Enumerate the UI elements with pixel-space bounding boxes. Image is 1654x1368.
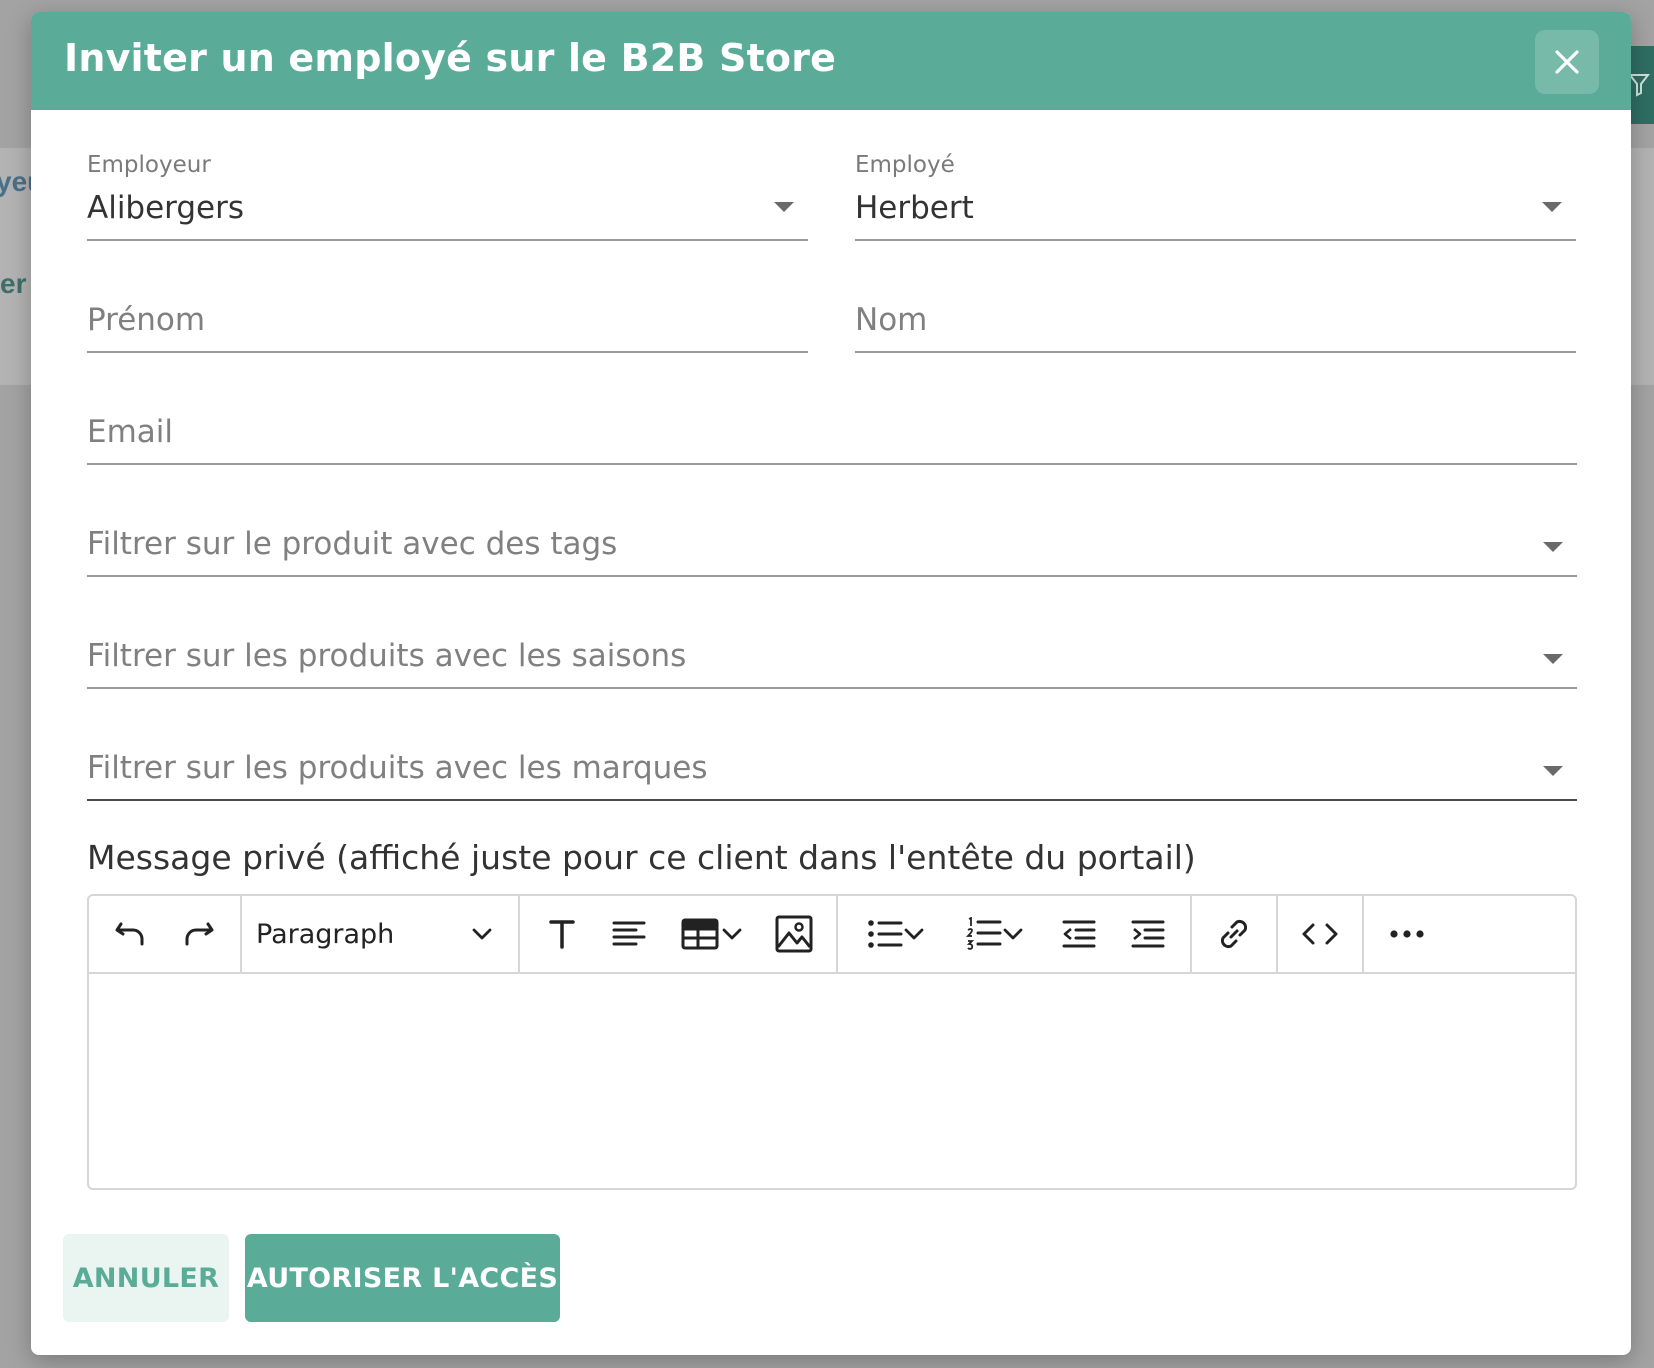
text-format-button[interactable] <box>537 906 587 962</box>
chevron-down-icon <box>1542 202 1562 212</box>
format-group <box>520 896 838 972</box>
field-underline <box>87 351 808 353</box>
indent-icon <box>1131 920 1164 948</box>
chevron-down-icon <box>1543 654 1563 664</box>
block-format-select[interactable]: Paragraph <box>242 906 506 962</box>
employer-value: Alibergers <box>87 190 245 226</box>
last-name-placeholder: Nom <box>855 302 928 338</box>
history-group <box>89 896 242 972</box>
tags-filter-placeholder: Filtrer sur le produit avec des tags <box>87 526 618 562</box>
dialog-title: Inviter un employé sur le B2B Store <box>64 36 837 80</box>
align-button[interactable] <box>604 906 654 962</box>
table-button[interactable] <box>672 906 752 962</box>
link-button[interactable] <box>1206 906 1262 962</box>
seasons-filter-placeholder: Filtrer sur les produits avec les saison… <box>87 638 687 674</box>
align-left-icon <box>612 921 646 946</box>
numbered-list-button[interactable] <box>955 906 1035 962</box>
employer-label: Employeur <box>87 152 211 178</box>
dialog-header: Inviter un employé sur le B2B Store <box>31 12 1631 110</box>
image-icon <box>775 915 813 953</box>
undo-icon <box>115 922 144 946</box>
email-field[interactable]: Email <box>87 404 1577 465</box>
block-format-value: Paragraph <box>256 918 395 950</box>
close-button[interactable] <box>1535 30 1599 94</box>
table-icon <box>681 918 719 950</box>
field-underline <box>87 575 1577 577</box>
employee-value: Herbert <box>855 190 974 226</box>
numbered-list-icon <box>965 917 1001 950</box>
code-group <box>1278 896 1364 972</box>
background-text-fragment: er <box>0 268 27 299</box>
chevron-down-icon <box>722 928 742 940</box>
employee-label: Employé <box>855 152 955 178</box>
field-underline <box>87 239 808 241</box>
field-underline <box>87 463 1577 465</box>
chevron-down-icon <box>1543 542 1563 552</box>
editor-content-area[interactable] <box>89 976 1575 1188</box>
cancel-button[interactable]: ANNULER <box>63 1234 229 1322</box>
chevron-down-icon <box>1543 766 1563 776</box>
text-format-icon <box>549 920 575 949</box>
indent-button[interactable] <box>1123 906 1173 962</box>
block-format-group: Paragraph <box>242 896 520 972</box>
redo-icon <box>185 922 214 946</box>
seasons-filter-select[interactable]: Filtrer sur les produits avec les saison… <box>87 628 1577 689</box>
employee-select[interactable]: Employé Herbert <box>855 152 1576 241</box>
email-placeholder: Email <box>87 414 174 450</box>
code-button[interactable] <box>1292 906 1348 962</box>
close-icon <box>1555 50 1579 74</box>
last-name-field[interactable]: Nom <box>855 292 1576 353</box>
bullet-list-button[interactable] <box>856 906 936 962</box>
link-group <box>1192 896 1278 972</box>
outdent-button[interactable] <box>1054 906 1104 962</box>
chevron-down-icon <box>472 928 492 940</box>
more-icon <box>1390 930 1424 938</box>
more-group <box>1364 896 1450 972</box>
outdent-icon <box>1062 920 1095 948</box>
list-group <box>838 896 1192 972</box>
first-name-placeholder: Prénom <box>87 302 206 338</box>
code-icon <box>1302 923 1338 945</box>
bullet-list-icon <box>867 920 902 948</box>
field-underline <box>87 687 1577 689</box>
editor-toolbar: Paragraph <box>89 896 1575 974</box>
brands-filter-select[interactable]: Filtrer sur les produits avec les marque… <box>87 740 1577 801</box>
undo-button[interactable] <box>103 906 159 962</box>
brands-filter-placeholder: Filtrer sur les produits avec les marque… <box>87 750 708 786</box>
chevron-down-icon <box>904 928 923 940</box>
field-underline <box>87 799 1577 801</box>
rich-text-editor: Paragraph <box>87 894 1577 1190</box>
chevron-down-icon <box>1003 928 1022 940</box>
invite-employee-dialog: Inviter un employé sur le B2B Store Empl… <box>31 12 1631 1355</box>
chevron-down-icon <box>774 202 794 212</box>
tags-filter-select[interactable]: Filtrer sur le produit avec des tags <box>87 516 1577 577</box>
authorize-access-button[interactable]: AUTORISER L'ACCÈS <box>245 1234 560 1322</box>
field-underline <box>855 239 1576 241</box>
insert-image-button[interactable] <box>769 906 819 962</box>
link-icon <box>1220 919 1248 949</box>
field-underline <box>855 351 1576 353</box>
employer-select[interactable]: Employeur Alibergers <box>87 152 808 241</box>
redo-button[interactable] <box>170 906 226 962</box>
more-button[interactable] <box>1379 906 1435 962</box>
first-name-field[interactable]: Prénom <box>87 292 808 353</box>
private-message-label: Message privé (affiché juste pour ce cli… <box>87 838 1196 877</box>
